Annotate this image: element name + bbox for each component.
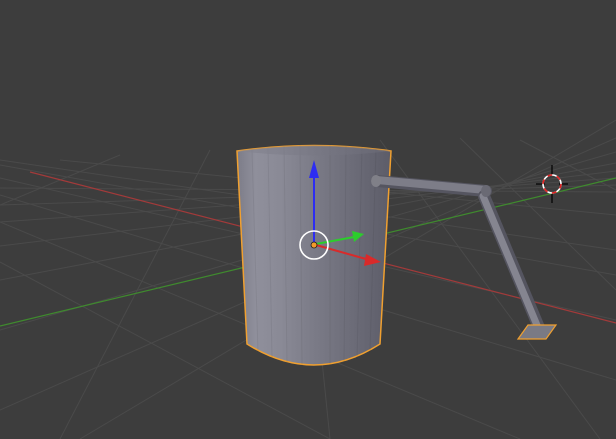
3d-viewport[interactable]	[0, 0, 616, 439]
object-origin-icon	[310, 241, 318, 249]
